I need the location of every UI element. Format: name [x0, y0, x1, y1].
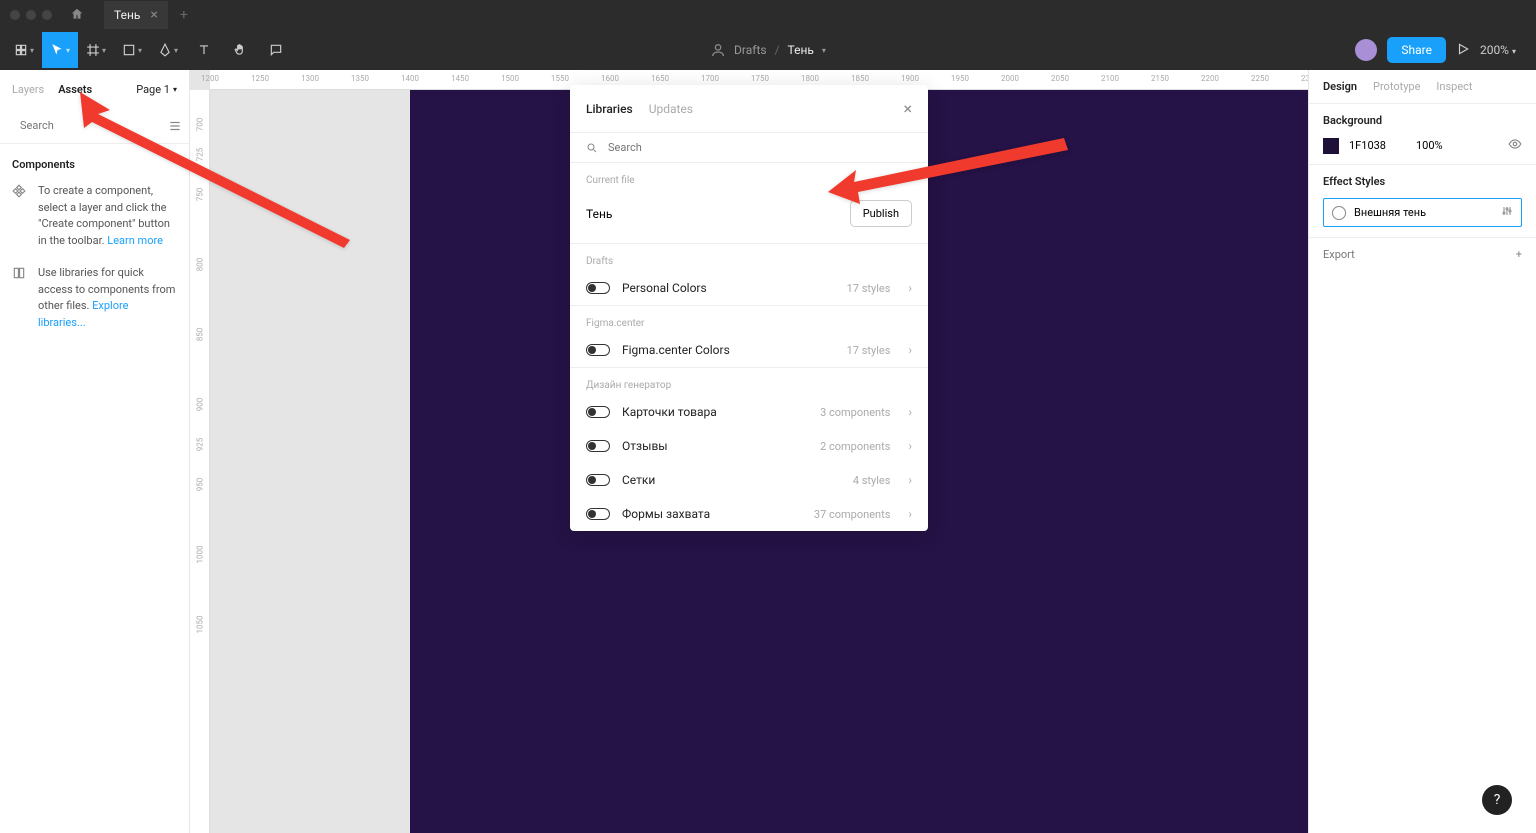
toolbar: ▾ ▾ ▾ ▾ ▾ Drafts / Тень ▾ Share 200%▾ [0, 30, 1536, 70]
pen-tool[interactable]: ▾ [150, 32, 186, 68]
component-icon [12, 184, 28, 249]
chevron-down-icon[interactable]: ▾ [822, 46, 826, 55]
library-toggle[interactable] [586, 406, 610, 418]
modal-tab-libraries[interactable]: Libraries [586, 102, 633, 116]
library-name: Отзывы [622, 439, 668, 453]
breadcrumb-sep: / [775, 43, 780, 57]
home-icon[interactable] [70, 6, 84, 25]
text-tool[interactable] [186, 32, 222, 68]
library-name: Формы захвата [622, 507, 710, 521]
current-file-name: Тень [586, 207, 612, 221]
background-row[interactable]: 1F1038 100% [1323, 137, 1522, 154]
shape-tool[interactable]: ▾ [114, 32, 150, 68]
visibility-icon[interactable] [1508, 137, 1522, 154]
library-toggle[interactable] [586, 474, 610, 486]
menu-tool[interactable]: ▾ [6, 32, 42, 68]
tab-design[interactable]: Design [1323, 80, 1357, 93]
tab-inspect[interactable]: Inspect [1436, 80, 1472, 93]
library-row[interactable]: Отзывы 2 components › [570, 429, 928, 463]
close-tab-icon[interactable]: × [150, 7, 157, 23]
library-row[interactable]: Figma.center Colors 17 styles › [570, 333, 928, 367]
min-dot[interactable] [26, 10, 36, 20]
color-hex[interactable]: 1F1038 [1349, 139, 1386, 152]
help-button[interactable]: ? [1482, 785, 1512, 815]
effect-styles-section: Effect Styles Внешняя тень [1309, 164, 1536, 237]
background-label: Background [1323, 114, 1522, 127]
library-meta: 4 styles [853, 474, 891, 487]
components-tip-libraries: Use libraries for quick access to compon… [12, 265, 177, 331]
library-name: Сетки [622, 473, 655, 487]
file-tab-label: Тень [114, 8, 140, 22]
export-label: Export [1323, 248, 1355, 261]
library-meta: 2 components [820, 440, 890, 453]
background-section: Background 1F1038 100% [1309, 103, 1536, 164]
max-dot[interactable] [42, 10, 52, 20]
section-figmacenter: Figma.center [586, 318, 912, 329]
avatar[interactable] [1355, 39, 1377, 61]
zoom-control[interactable]: 200%▾ [1480, 43, 1516, 57]
modal-header: Libraries Updates × [570, 85, 928, 133]
right-panel-tabs: Design Prototype Inspect [1309, 70, 1536, 103]
library-toggle[interactable] [586, 344, 610, 356]
library-row[interactable]: Формы захвата 37 components › [570, 497, 928, 531]
book-icon [12, 266, 28, 331]
chevron-right-icon: › [908, 473, 912, 487]
library-name: Personal Colors [622, 281, 707, 295]
close-dot[interactable] [10, 10, 20, 20]
titlebar: Тень × + [0, 0, 1536, 30]
library-toggle[interactable] [586, 508, 610, 520]
effect-icon [1332, 206, 1346, 220]
chevron-right-icon: › [908, 343, 912, 357]
right-panel: Design Prototype Inspect Background 1F10… [1308, 70, 1536, 833]
color-swatch[interactable] [1323, 138, 1339, 154]
library-meta: 17 styles [847, 344, 891, 357]
library-row[interactable]: Personal Colors 17 styles › [570, 271, 928, 305]
effect-style-item[interactable]: Внешняя тень [1323, 198, 1522, 227]
library-toggle[interactable] [586, 282, 610, 294]
new-tab-icon[interactable]: + [180, 7, 188, 23]
breadcrumb-file: Тень [788, 43, 814, 57]
library-name: Figma.center Colors [622, 343, 730, 357]
search-icon [586, 142, 598, 154]
user-icon [710, 42, 726, 58]
move-tool[interactable]: ▾ [42, 32, 78, 68]
share-button[interactable]: Share [1387, 37, 1446, 63]
tab-layers[interactable]: Layers [12, 83, 44, 96]
file-tab[interactable]: Тень × [104, 1, 168, 29]
chevron-right-icon: › [908, 405, 912, 419]
effect-style-name: Внешняя тень [1354, 206, 1426, 219]
library-meta: 17 styles [847, 282, 891, 295]
add-export-icon[interactable]: + [1516, 248, 1522, 261]
library-meta: 3 components [820, 406, 890, 419]
breadcrumb[interactable]: Drafts / Тень ▾ [710, 42, 826, 58]
style-settings-icon[interactable] [1501, 205, 1513, 220]
annotation-arrow [70, 90, 360, 254]
chevron-right-icon: › [908, 439, 912, 453]
comment-tool[interactable] [258, 32, 294, 68]
close-icon[interactable]: × [903, 99, 912, 118]
frame-tool[interactable]: ▾ [78, 32, 114, 68]
modal-tab-updates[interactable]: Updates [649, 102, 693, 116]
color-opacity[interactable]: 100% [1416, 139, 1443, 152]
effect-styles-label: Effect Styles [1323, 175, 1522, 188]
library-toggle[interactable] [586, 440, 610, 452]
breadcrumb-folder: Drafts [734, 43, 767, 57]
export-section: Export + [1309, 237, 1536, 271]
chevron-right-icon: › [908, 507, 912, 521]
annotation-arrow [820, 130, 1070, 214]
section-drafts: Drafts [586, 256, 912, 267]
library-row[interactable]: Карточки товара 3 components › [570, 395, 928, 429]
library-meta: 37 components [814, 508, 890, 521]
library-row[interactable]: Сетки 4 styles › [570, 463, 928, 497]
library-name: Карточки товара [622, 405, 717, 419]
tab-prototype[interactable]: Prototype [1373, 80, 1420, 93]
section-designgen: Дизайн генератор [586, 380, 912, 391]
toolbar-right: Share 200%▾ [1355, 37, 1530, 63]
window-controls[interactable] [10, 10, 52, 20]
hand-tool[interactable] [222, 32, 258, 68]
chevron-down-icon: ▾ [1512, 47, 1516, 56]
chevron-right-icon: › [908, 281, 912, 295]
present-icon[interactable] [1456, 42, 1470, 59]
